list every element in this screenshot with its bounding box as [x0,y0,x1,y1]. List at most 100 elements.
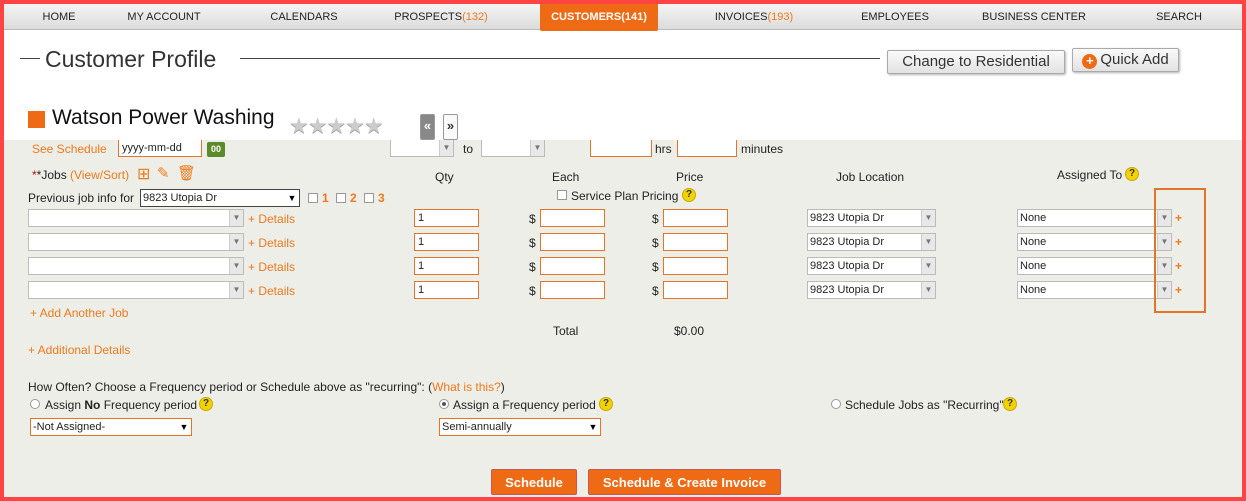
col-each: Each [552,170,580,184]
job-details-link[interactable]: + Details [248,236,295,250]
prev-customer-button[interactable]: « [420,114,435,140]
job-location-select[interactable]: 9823 Utopia Dr ▼ [807,209,936,227]
job-details-link[interactable]: + Details [248,284,295,298]
nav-invoices-label: INVOICES [714,11,768,23]
nav-invoices[interactable]: INVOICES(193) [715,4,793,30]
chevron-down-icon: ▼ [177,419,191,435]
job-each-input[interactable] [540,257,605,275]
chevron-down-icon: ▼ [229,258,243,274]
nav-customers-label: CUSTOMERS [551,11,622,23]
nav-home[interactable]: HOME [43,4,76,30]
job-qty-input[interactable]: 1 [414,257,479,275]
help-icon[interactable]: ? [199,397,213,411]
quick-add-label: Quick Add [1100,51,1169,68]
jobs-label: **Jobs [32,168,67,182]
chevron-down-icon: ▼ [439,140,453,156]
frequency-period-select[interactable]: Semi-annually ▼ [439,418,601,436]
schedule-create-invoice-button[interactable]: Schedule & Create Invoice [588,469,781,495]
additional-details-link[interactable]: + Additional Details [28,343,130,357]
job-qty-input[interactable]: 1 [414,281,479,299]
job-each-input[interactable] [540,281,605,299]
service-plan-checkbox[interactable] [557,190,567,200]
calendar-icon[interactable]: 00 [207,142,225,157]
job-location-select[interactable]: 9823 Utopia Dr ▼ [807,281,936,299]
change-to-residential-button[interactable]: Change to Residential [887,50,1065,74]
edit-pencil-icon[interactable]: ✎ [157,164,170,182]
chevron-down-icon: ▼ [229,282,243,298]
job-location-select[interactable]: 9823 Utopia Dr ▼ [807,233,936,251]
what-is-this-link[interactable]: What is this? [432,380,501,394]
help-icon[interactable]: ? [599,397,613,411]
rating-stars[interactable]: ★★★★★ [289,113,384,139]
schedule-date-input[interactable]: yyyy-mm-dd [118,140,202,157]
prev-job-checkbox-3[interactable] [364,193,374,203]
job-each-input[interactable] [540,233,605,251]
chevron-down-icon: ▼ [285,190,299,206]
job-service-select[interactable]: ▼ [28,209,244,227]
nav-search[interactable]: SEARCH [1156,4,1202,30]
job-price-input[interactable] [663,257,728,275]
no-frequency-radio[interactable] [30,399,40,409]
to-label: to [463,142,474,156]
help-icon[interactable]: ? [1125,167,1139,181]
job-price-input[interactable] [663,209,728,227]
view-sort-link[interactable]: (View/Sort) [70,168,129,182]
job-service-select[interactable]: ▼ [28,233,244,251]
prev-job-checkbox-1[interactable] [308,193,318,203]
assigned-to-select[interactable]: None ▼ [1017,233,1172,251]
job-qty-input[interactable]: 1 [414,209,479,227]
add-another-job-link[interactable]: + Add Another Job [30,306,128,320]
see-schedule-link[interactable]: See Schedule [32,142,107,156]
chevron-down-icon: ▼ [921,234,935,250]
add-job-icon[interactable]: ⊞ [137,164,150,184]
job-each-input[interactable] [540,209,605,227]
job-location-select[interactable]: 9823 Utopia Dr ▼ [807,257,936,275]
frequency-question: How Often? Choose a Frequency period or … [28,380,505,394]
next-customer-button[interactable]: » [443,114,458,140]
recurring-label: Schedule Jobs as "Recurring" [845,398,1004,412]
schedule-button[interactable]: Schedule [491,469,577,495]
assigned-to-select[interactable]: None ▼ [1017,257,1172,275]
assign-frequency-radio[interactable] [439,399,449,409]
each-currency: $ [529,260,536,274]
help-icon[interactable]: ? [1003,397,1017,411]
nav-business-center[interactable]: BUSINESS CENTER [982,4,1086,30]
prev-job-select[interactable]: 9823 Utopia Dr ▼ [140,189,300,207]
job-service-select[interactable]: ▼ [28,281,244,299]
no-frequency-label-bold: No [84,398,101,412]
assigned-to-select[interactable]: None ▼ [1017,281,1172,299]
col-assigned-to: Assigned To [1057,168,1123,182]
frequency-question-text: How Often? Choose a Frequency period or … [28,380,433,394]
assigned-to-value: None [1020,212,1047,224]
nav-prospects[interactable]: PROSPECTS(132) [394,4,488,30]
recurring-radio[interactable] [831,399,841,409]
assigned-to-select[interactable]: None ▼ [1017,209,1172,227]
trash-icon[interactable]: 🗑 [177,164,196,182]
prev-job-option-2: 2 [350,191,357,205]
job-service-select[interactable]: ▼ [28,257,244,275]
end-time-select[interactable]: ▼ [481,140,545,157]
nav-employees[interactable]: EMPLOYEES [861,4,929,30]
nav-my-account[interactable]: MY ACCOUNT [127,4,200,30]
nav-prospects-label: PROSPECTS [394,11,463,23]
job-qty-input[interactable]: 1 [414,233,479,251]
assigned-to-value: None [1020,236,1047,248]
nav-calendars[interactable]: CALENDARS [270,4,337,30]
minutes-input[interactable] [677,140,737,157]
no-frequency-select[interactable]: -Not Assigned- ▼ [30,418,192,436]
hours-input[interactable] [590,140,652,157]
quick-add-button[interactable]: + Quick Add [1072,48,1179,72]
job-details-link[interactable]: + Details [248,212,295,226]
each-currency: $ [529,212,536,226]
job-details-link[interactable]: + Details [248,260,295,274]
nav-customers[interactable]: CUSTOMERS(141) [540,4,658,31]
no-frequency-label: Assign No Frequency period [45,398,197,412]
start-time-select[interactable]: ▼ [390,140,454,157]
prev-job-checkbox-2[interactable] [336,193,346,203]
nav-customers-count: (141) [621,11,647,23]
price-currency: $ [652,284,659,298]
job-price-input[interactable] [663,233,728,251]
job-price-input[interactable] [663,281,728,299]
assigned-to-value: None [1020,284,1047,296]
help-icon[interactable]: ? [682,188,696,202]
